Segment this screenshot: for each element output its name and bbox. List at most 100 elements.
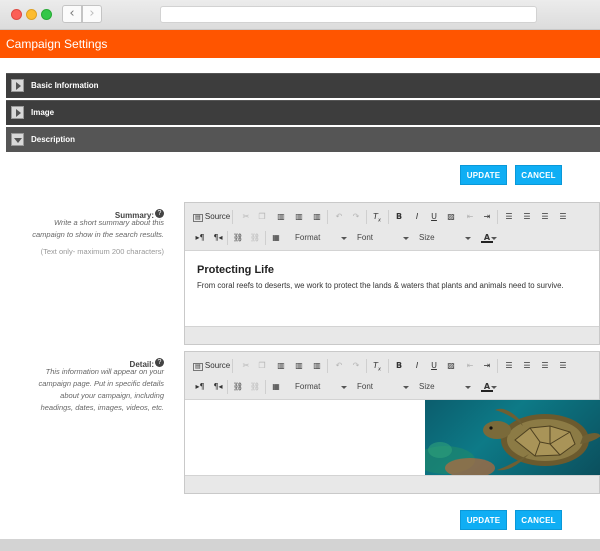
size-dropdown[interactable]: Size	[419, 232, 471, 246]
size-label: Size	[419, 233, 435, 242]
unlink-icon[interactable]: ⛓	[249, 381, 261, 393]
redo-icon[interactable]: ↷	[350, 211, 362, 223]
collapse-arrow-icon[interactable]	[11, 133, 24, 146]
sea-turtle-image[interactable]	[425, 400, 600, 475]
paste-icon[interactable]: ▥	[275, 211, 287, 223]
italic-icon[interactable]: I	[411, 211, 423, 223]
paste-word-icon[interactable]: ▥	[311, 360, 323, 372]
font-label: Font	[357, 233, 374, 242]
source-button[interactable]: ▤ Source	[193, 211, 230, 224]
toolbar-separator	[497, 210, 498, 224]
dropdown-arrow-icon	[465, 237, 471, 240]
rtl-icon[interactable]: ¶◂	[212, 381, 224, 393]
indent-icon[interactable]: ⇥	[481, 211, 493, 223]
toolbar-separator	[265, 231, 266, 245]
browser-chrome: ‹ ›	[0, 0, 600, 30]
font-color-dropdown[interactable]	[491, 232, 497, 246]
dropdown-arrow-icon	[465, 386, 471, 389]
detail-description-line: This information will appear on your	[45, 367, 164, 376]
table-icon[interactable]: ▦	[270, 232, 282, 244]
update-button[interactable]: UPDATE	[460, 165, 507, 185]
expand-arrow-icon[interactable]	[11, 79, 24, 92]
minimize-window-button[interactable]	[26, 9, 37, 20]
editor-toolbar: ▤ Source ✂ ❐ ▥ ▥ ▥ ↶ ↷ Tx B I U ▨ ⇤ ⇥ ☰ …	[185, 203, 599, 251]
summary-content[interactable]: Protecting Life From coral reefs to dese…	[185, 251, 599, 326]
size-dropdown[interactable]: Size	[419, 381, 471, 395]
section-basic-information[interactable]: Basic Information	[6, 73, 600, 98]
dropdown-arrow-icon	[491, 237, 497, 240]
source-label: Source	[204, 212, 231, 221]
detail-description-line: campaign page. Put in specific details	[38, 379, 165, 388]
remove-format-icon[interactable]: Tx	[371, 360, 383, 373]
remove-format-icon[interactable]: Tx	[371, 211, 383, 224]
font-label: Font	[357, 382, 374, 391]
link-icon[interactable]: ⛓	[232, 232, 244, 244]
format-dropdown[interactable]: Format	[295, 381, 347, 395]
font-dropdown[interactable]: Font	[357, 232, 409, 246]
justify-icon[interactable]: ☰	[557, 211, 569, 223]
back-button[interactable]: ‹	[62, 5, 82, 23]
align-center-icon[interactable]: ☰	[521, 211, 533, 223]
bold-icon[interactable]: B	[393, 360, 405, 372]
address-bar[interactable]	[160, 6, 537, 23]
expand-arrow-icon[interactable]	[11, 106, 24, 119]
undo-icon[interactable]: ↶	[333, 360, 345, 372]
copy-icon[interactable]: ❐	[256, 211, 268, 223]
redo-icon[interactable]: ↷	[350, 360, 362, 372]
source-button[interactable]: ▤ Source	[193, 360, 230, 373]
detail-description-line: headings, dates, images, videos, etc.	[40, 403, 164, 412]
bold-icon[interactable]: B	[393, 211, 405, 223]
forward-button[interactable]: ›	[82, 5, 102, 23]
align-left-icon[interactable]: ☰	[503, 211, 515, 223]
section-description[interactable]: Description	[6, 127, 600, 152]
font-color-dropdown[interactable]	[491, 381, 497, 395]
summary-description: Write a short summary about this campaig…	[32, 217, 164, 241]
justify-icon[interactable]: ☰	[557, 360, 569, 372]
image-icon[interactable]: ▨	[445, 360, 457, 372]
toolbar-separator	[232, 359, 233, 373]
table-icon[interactable]: ▦	[270, 381, 282, 393]
link-icon[interactable]: ⛓	[232, 381, 244, 393]
image-icon[interactable]: ▨	[445, 211, 457, 223]
dropdown-arrow-icon	[403, 386, 409, 389]
detail-content[interactable]	[185, 400, 600, 475]
outdent-icon[interactable]: ⇤	[464, 211, 476, 223]
unlink-icon[interactable]: ⛓	[249, 232, 261, 244]
copy-icon[interactable]: ❐	[256, 360, 268, 372]
update-button[interactable]: UPDATE	[460, 510, 507, 530]
section-image[interactable]: Image	[6, 100, 600, 125]
page-footer	[0, 539, 600, 551]
align-right-icon[interactable]: ☰	[539, 360, 551, 372]
align-left-icon[interactable]: ☰	[503, 360, 515, 372]
close-window-button[interactable]	[11, 9, 22, 20]
font-dropdown[interactable]: Font	[357, 381, 409, 395]
underline-icon[interactable]: U	[428, 211, 440, 223]
outdent-icon[interactable]: ⇤	[464, 360, 476, 372]
rtl-icon[interactable]: ¶◂	[212, 232, 224, 244]
summary-description-line: Write a short summary about this	[53, 218, 164, 227]
paste-text-icon[interactable]: ▥	[293, 360, 305, 372]
maximize-window-button[interactable]	[41, 9, 52, 20]
paste-text-icon[interactable]: ▥	[293, 211, 305, 223]
format-dropdown[interactable]: Format	[295, 232, 347, 246]
toolbar-separator	[227, 380, 228, 394]
detail-editor[interactable]: ▤ Source ✂ ❐ ▥ ▥ ▥ ↶ ↷ Tx B I U ▨ ⇤ ⇥ ☰ …	[184, 351, 600, 494]
cut-icon[interactable]: ✂	[240, 211, 252, 223]
align-right-icon[interactable]: ☰	[539, 211, 551, 223]
align-center-icon[interactable]: ☰	[521, 360, 533, 372]
cancel-button[interactable]: CANCEL	[515, 165, 562, 185]
underline-icon[interactable]: U	[428, 360, 440, 372]
toolbar-separator	[232, 210, 233, 224]
editor-toolbar: ▤ Source ✂ ❐ ▥ ▥ ▥ ↶ ↷ Tx B I U ▨ ⇤ ⇥ ☰ …	[185, 352, 599, 400]
summary-editor[interactable]: ▤ Source ✂ ❐ ▥ ▥ ▥ ↶ ↷ Tx B I U ▨ ⇤ ⇥ ☰ …	[184, 202, 600, 345]
cancel-button[interactable]: CANCEL	[515, 510, 562, 530]
italic-icon[interactable]: I	[411, 360, 423, 372]
indent-icon[interactable]: ⇥	[481, 360, 493, 372]
paste-word-icon[interactable]: ▥	[311, 211, 323, 223]
dropdown-arrow-icon	[341, 386, 347, 389]
undo-icon[interactable]: ↶	[333, 211, 345, 223]
ltr-icon[interactable]: ▸¶	[194, 232, 206, 244]
cut-icon[interactable]: ✂	[240, 360, 252, 372]
ltr-icon[interactable]: ▸¶	[194, 381, 206, 393]
paste-icon[interactable]: ▥	[275, 360, 287, 372]
